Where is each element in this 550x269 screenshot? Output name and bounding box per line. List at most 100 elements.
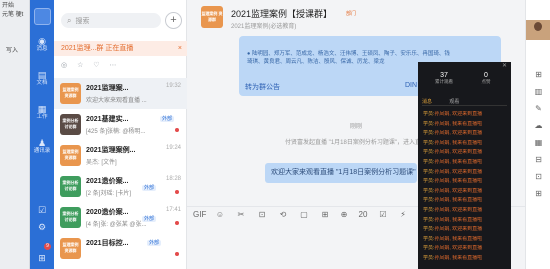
panel-icon[interactable]: ⊟ [532,155,545,164]
comment-user: 学员: [423,255,435,261]
comment-item: 学员:孙凤娟, 我来看直播啦 [423,255,507,261]
grid-icon: ⊞ [38,253,46,263]
rail-item-contacts[interactable]: ♟ 通讯录 [30,138,54,155]
comment-item: 学员:孙凤娟, 欢迎来到直播 [423,111,507,117]
calendar-icon[interactable]: 20 [357,210,369,219]
dept-tag: 部门 [346,11,357,17]
work-icon: ▦ [37,104,47,114]
apps-icon[interactable]: ⊞ [532,70,545,79]
comment-text: 孙凤娟, 我来看直播啦 [434,235,483,242]
grid-icon[interactable]: ▦ [532,138,545,147]
comment-user: 学员: [423,168,435,175]
strip-text-1: 开始 [2,3,15,9]
search-placeholder: 搜索 [75,18,90,25]
item-time: 18:28 [165,176,181,182]
comment-user: 学员: [423,226,435,233]
external-badge: 外部 [160,116,175,122]
heart-icon[interactable]: ♡ [93,62,99,69]
strip-text-3: 写入 [6,48,19,54]
set-notice-button[interactable]: 转为群公告 [245,82,280,92]
image-icon[interactable]: ⊞ [319,210,331,219]
chat-title[interactable]: 2021监理案例【授课群】 [231,7,332,20]
comment-item: 学员:孙凤娟, 欢迎来到直播 [423,245,507,251]
search-input[interactable]: ⌕ 搜索 [61,13,161,28]
more-icon[interactable]: ⊞ [532,189,545,198]
comment-item: 学员:孙凤娟, 我来看直播啦 [423,217,507,223]
comment-user: 学员: [423,197,435,204]
history-icon[interactable]: ⟲ [277,210,289,219]
close-icon[interactable]: × [178,41,182,56]
filter-icon-all[interactable]: ◎ [61,62,67,69]
rail-more[interactable]: ⊞ [30,253,54,263]
like-count: 0 点赞 [466,72,506,85]
unread-dot [175,221,179,225]
rail-label: 文档 [36,80,48,86]
edit-icon[interactable]: ✎ [532,104,545,113]
doc-icon: ▤ [37,70,47,80]
tab-viewers[interactable]: 观看 [449,99,459,105]
comment-text: 孙凤娟, 我来看直播啦 [434,178,483,185]
comment-user: 学员: [423,216,435,223]
comment-text: 孙凤娟, 我来看直播啦 [434,255,483,261]
star-icon[interactable]: ☆ [77,62,83,69]
gif-icon[interactable]: GIF [193,210,206,219]
close-icon[interactable]: ✕ [502,62,507,69]
mention-icon[interactable]: ⊕ [338,210,350,219]
list-item[interactable]: 案例分析 讨论群 2021造价案... 外部 18:28 [2 条]刘瑶: [卡… [54,171,187,202]
user-avatar[interactable] [34,8,51,25]
rail-item-docs[interactable]: ▤ 文档 [30,70,54,87]
person-head [534,22,542,31]
comment-user: 学员: [423,245,435,252]
tab-messages[interactable]: 消息 [422,99,432,105]
item-preview: 欢迎大家来观看直播 ... [86,98,147,104]
filter-bar: ◎ ☆ ♡ ⋯ [61,61,181,73]
comment-item: 学员:孙凤娟, 欢迎来到直播 [423,130,507,136]
cloud-icon[interactable]: ☁ [532,121,545,130]
item-name: 2021监理案... [86,85,129,92]
chat-icon: ◉ [38,36,46,46]
list-item[interactable]: 监理案例 资源群 2021监理案... 19:32 欢迎大家来观看直播 ... [54,78,187,109]
group-avatar: 案例分析 讨论群 [60,176,81,197]
item-time: 17:41 [165,207,181,213]
list-item[interactable]: 案例分析 讨论群 2020造价案... 外部 17:41 [4 条]张: @张某… [54,202,187,233]
more-icon[interactable]: ⋯ [110,62,117,69]
list-item[interactable]: 案例分析 讨论群 2021基建实... 外部 [425 条]张楠: @杨明... [54,109,187,140]
add-button[interactable]: + [165,12,182,29]
live-banner[interactable]: 2021监理...群 正在直播 × [54,41,187,56]
task-icon[interactable]: ☑ [377,210,389,219]
rail-calendar[interactable]: ☑ [30,205,54,215]
comment-user: 学员: [423,207,435,213]
rail-item-work[interactable]: ▦ 工作 [30,104,54,121]
comment-text: 孙凤娟, 我来看直播啦 [434,197,483,204]
emoji-icon[interactable]: ☺ [214,210,226,219]
comment-item: 学员:孙凤娟, 欢迎来到直播 [423,226,507,232]
scissors-icon[interactable]: ✂ [235,210,247,219]
rail-item-messages[interactable]: ◉ 消息 [30,36,54,53]
notice-button-2[interactable]: DIN [405,82,417,89]
comment-text: 孙凤娟, 欢迎来到直播 [434,130,483,137]
item-preview: [2 条]刘瑶: [卡片] [86,191,132,197]
comment-text: 孙凤娟, 欢迎来到直播 [434,111,483,117]
chat-message-bubble[interactable]: 欢迎大家来观看直播 "1月18日案例分析习题课" [265,163,417,183]
group-avatar[interactable]: 监理案例 资源群 [201,6,223,28]
list-item[interactable]: 监理案例 资源群 2021监理案例... 19:24 吴杰: [文件] [54,140,187,171]
folder-icon[interactable]: ▢ [298,210,310,219]
comment-text: 孙凤娟, 欢迎来到直播 [434,207,483,213]
unread-dot [175,252,179,256]
search-icon: ⌕ [67,16,72,25]
list-item[interactable]: 监理案例 资源群 2021目标控... 外部 [54,233,187,264]
lightning-icon[interactable]: ⚡ [397,210,409,219]
comment-text: 孙凤娟, 我来看直播啦 [434,139,483,146]
comment-user: 学员: [423,149,435,156]
screenshot-icon[interactable]: ⊡ [256,210,268,219]
comment-item: 学员:孙凤娟, 欢迎来到直播 [423,188,507,194]
notification-badge: 9 [44,243,51,250]
comment-user: 学员: [423,235,435,242]
rail-label: 通讯录 [33,148,51,154]
rail-settings[interactable]: ⚙ [30,222,54,232]
comment-item: 学员:孙凤娟, 欢迎来到直播 [423,169,507,175]
panel-tabs: 消息 观看 [422,98,507,106]
sheet-icon[interactable]: ▥ [532,87,545,96]
folder-icon[interactable]: ⊡ [532,172,545,181]
comment-user: 学员: [423,159,435,165]
